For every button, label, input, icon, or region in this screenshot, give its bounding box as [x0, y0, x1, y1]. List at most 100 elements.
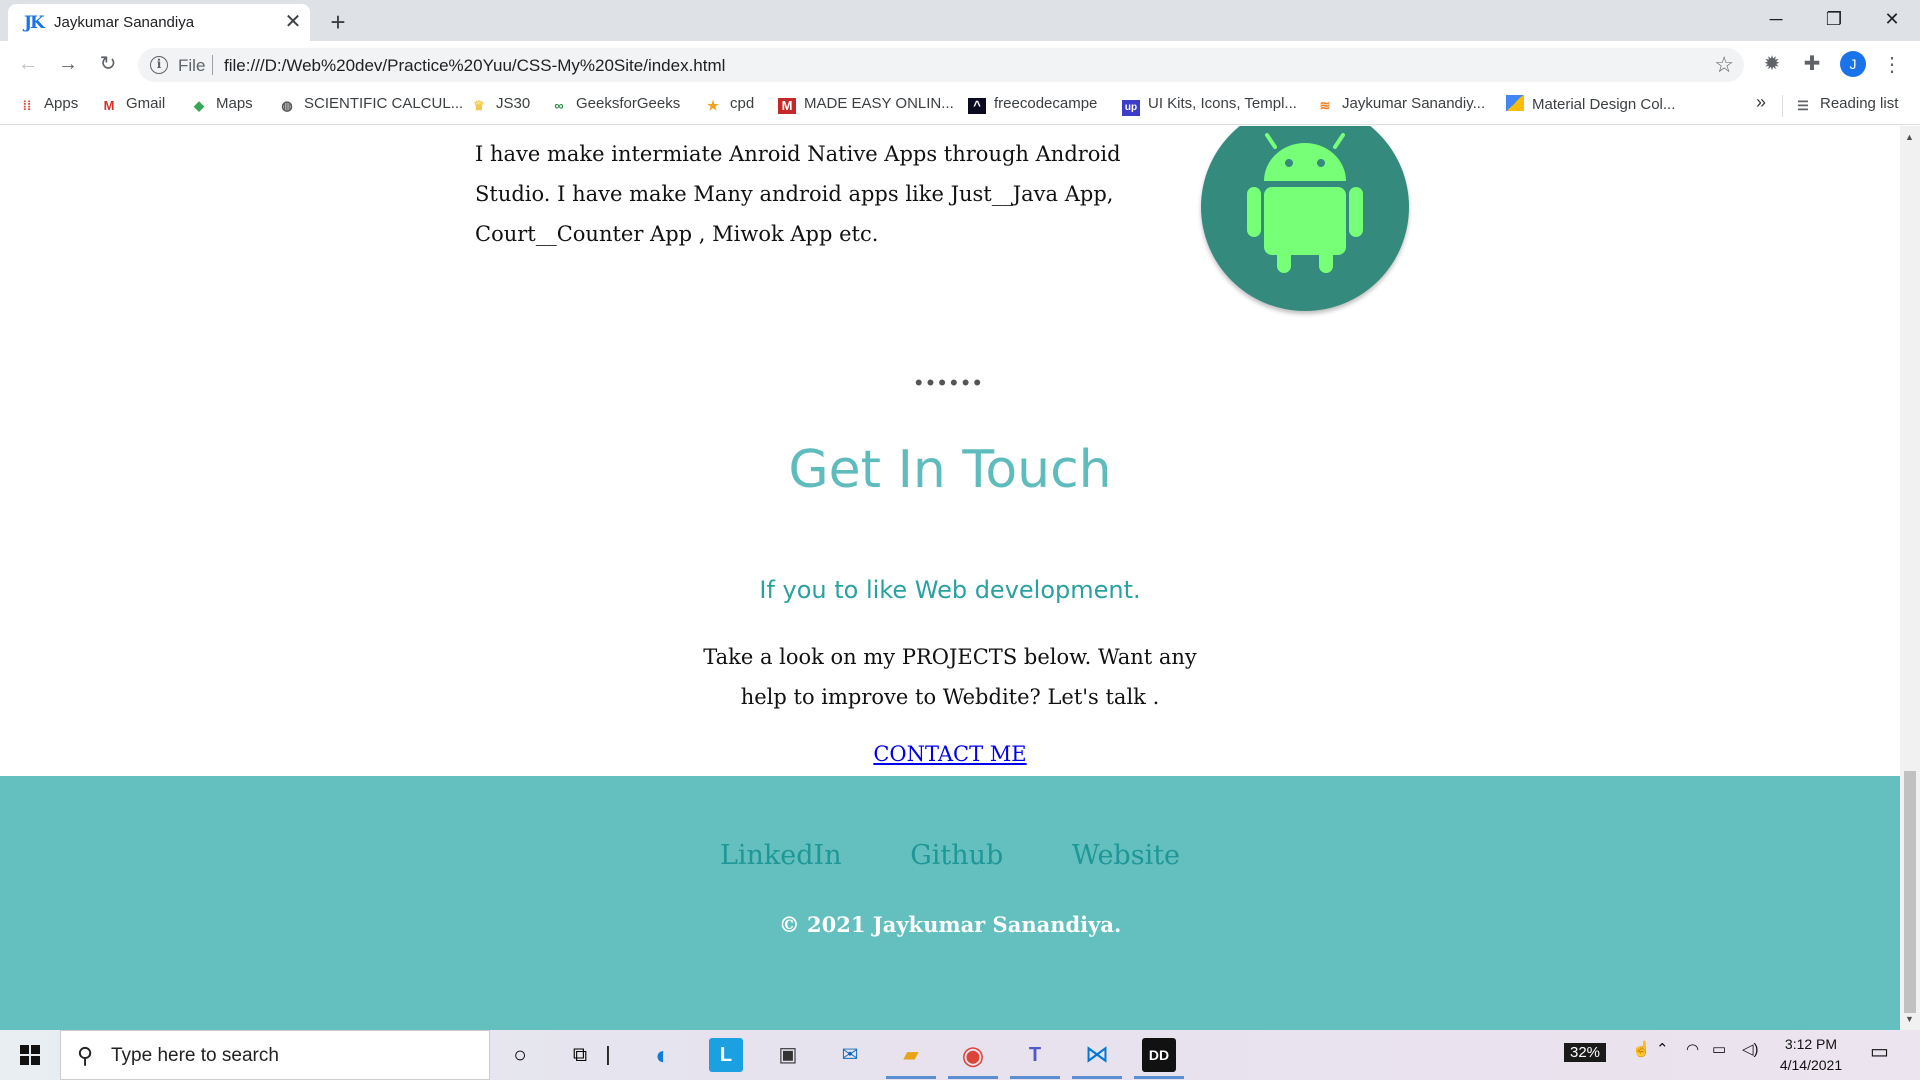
search-icon: ⚲ — [77, 1043, 94, 1068]
scroll-thumb[interactable] — [1904, 771, 1916, 1013]
scroll-up-icon[interactable]: ▲ — [1905, 132, 1914, 142]
uplabs-icon: up — [1122, 100, 1140, 116]
maps-icon: ◆ — [194, 98, 204, 113]
start-button[interactable] — [0, 1030, 60, 1080]
freecodecamp-icon: ^ — [968, 98, 986, 114]
browser-titlebar: JK Jaykumar Sanandiya ✕ + ─ ❐ ✕ — [0, 0, 1920, 41]
forward-icon[interactable]: → — [54, 50, 82, 78]
apps-grid-icon: ⁞⁞ — [22, 98, 32, 113]
android-logo-circle — [1201, 126, 1409, 311]
footer-link-website[interactable]: Website — [1072, 840, 1180, 871]
bookmark-cpd[interactable]: ★ cpd — [704, 95, 754, 117]
tab-title: Jaykumar Sanandiya — [54, 14, 195, 31]
notifications-icon[interactable]: ▭ — [1870, 1039, 1889, 1064]
cortana-icon[interactable]: ○ — [503, 1038, 537, 1072]
bookmark-maps[interactable]: ◆ Maps — [190, 95, 253, 117]
task-view-icon[interactable]: ⧉ — [563, 1038, 597, 1072]
contact-section-title: Get In Touch — [788, 440, 1112, 500]
chrome-active-indicator — [948, 1076, 998, 1079]
contact-section-subtitle: If you to like Web development. — [759, 576, 1141, 604]
madeeasy-icon: M — [778, 98, 796, 114]
web-page: I have make intermiate Anroid Native App… — [0, 126, 1900, 776]
clock-time: 3:12 PM — [1784, 1036, 1838, 1052]
url-text[interactable]: file:///D:/Web%20dev/Practice%20Yuu/CSS-… — [224, 56, 725, 76]
stackoverflow-icon: ≋ — [1319, 98, 1331, 113]
store-icon[interactable]: ▣ — [771, 1038, 805, 1072]
vscode-icon[interactable]: ⋈ — [1080, 1038, 1114, 1072]
crown-icon: ♛ — [473, 98, 485, 113]
reading-list-icon: ☰ — [1797, 98, 1809, 113]
scroll-down-icon[interactable]: ▼ — [1905, 1014, 1914, 1024]
taskbar-clock[interactable]: 3:12 PM 4/14/2021 — [1766, 1034, 1856, 1076]
address-bar[interactable]: i File file:///D:/Web%20dev/Practice%20Y… — [138, 48, 1744, 82]
browser-menu-icon[interactable]: ⋮ — [1882, 52, 1902, 77]
bookmark-gmail[interactable]: M Gmail — [100, 95, 166, 117]
bookmark-material-design[interactable]: Material Design Col... — [1506, 95, 1675, 117]
bookmark-jaykumar-sanandiya[interactable]: ≋ Jaykumar Sanandiy... — [1316, 95, 1486, 117]
gfg-icon: ∞ — [554, 98, 564, 113]
wifi-icon[interactable]: ◠ — [1686, 1040, 1699, 1058]
footer-link-github[interactable]: Github — [910, 840, 1003, 871]
new-tab-button[interactable]: + — [324, 8, 352, 36]
section-divider-dots: •••••• — [914, 370, 986, 395]
bookmark-geeksforgeeks[interactable]: ∞ GeeksforGeeks — [550, 95, 680, 117]
tray-expand-icon[interactable]: ⌃ — [1656, 1040, 1669, 1058]
edge-icon[interactable]: ◐ — [646, 1038, 680, 1072]
reading-list-button[interactable]: ☰ Reading list — [1794, 95, 1898, 117]
material-icon — [1506, 95, 1524, 111]
dolby-active-indicator — [1134, 1076, 1184, 1079]
browser-tab[interactable]: JK Jaykumar Sanandiya ✕ — [8, 4, 310, 41]
profile-avatar[interactable]: J — [1840, 51, 1866, 77]
close-tab-icon[interactable]: ✕ — [282, 11, 304, 33]
restore-icon[interactable]: ❐ — [1806, 4, 1862, 34]
dolby-icon[interactable]: DD — [1142, 1038, 1176, 1072]
minimize-icon[interactable]: ─ — [1748, 4, 1804, 34]
bookmarks-divider — [1782, 95, 1783, 117]
close-window-icon[interactable]: ✕ — [1864, 4, 1920, 34]
page-scrollbar[interactable]: ▲ ▼ — [1900, 126, 1920, 1030]
mail-icon[interactable]: ✉ — [833, 1038, 867, 1072]
contact-me-link[interactable]: CONTACT ME — [0, 742, 1900, 766]
bookmark-ui-kits[interactable]: up UI Kits, Icons, Templ... — [1122, 95, 1297, 117]
taskbar-search[interactable]: ⚲ Type here to search — [60, 1030, 490, 1080]
gmail-icon: M — [103, 98, 115, 113]
teams-icon[interactable]: T — [1018, 1038, 1052, 1072]
site-favicon-icon: JK — [24, 13, 45, 33]
volume-icon[interactable]: ◁) — [1742, 1040, 1759, 1058]
bookmark-apps[interactable]: ⁞⁞ Apps — [18, 95, 79, 117]
clock-date: 4/14/2021 — [1779, 1057, 1843, 1073]
url-scheme-label: File — [178, 56, 206, 75]
taskbar-divider: | — [605, 1044, 611, 1066]
bookmarks-overflow-icon[interactable]: » — [1756, 92, 1766, 113]
chrome-icon[interactable]: ◉ — [956, 1038, 990, 1072]
extension-bug-icon[interactable]: ✹ — [1758, 50, 1786, 78]
bookmark-made-easy[interactable]: M MADE EASY ONLIN... — [778, 95, 954, 117]
footer-links: LinkedIn Github Website — [0, 840, 1900, 871]
info-icon[interactable]: i — [150, 56, 168, 74]
bookmark-scientific-calculator[interactable]: ◍ SCIENTIFIC CALCUL... — [278, 95, 463, 117]
bookmark-star-icon[interactable]: ☆ — [1714, 52, 1734, 78]
footer-link-linkedin[interactable]: LinkedIn — [720, 840, 842, 871]
contact-section-body: Take a look on my PROJECTS below. Want a… — [703, 645, 1197, 709]
extensions-puzzle-icon[interactable]: ✚ — [1798, 50, 1826, 78]
android-robot-icon — [1247, 133, 1363, 273]
teams-active-indicator — [1010, 1076, 1060, 1079]
l-app-icon[interactable]: L — [709, 1038, 743, 1072]
windows-logo-icon — [20, 1045, 40, 1065]
url-separator — [212, 55, 213, 75]
bookmark-freecodecamp[interactable]: ^ freecodecampe — [968, 95, 1097, 117]
battery-icon[interactable]: ▭ — [1712, 1040, 1726, 1058]
battery-percentage[interactable]: 32% — [1564, 1043, 1607, 1062]
windows-taskbar: ⚲ Type here to search ○ ⧉ | ◐ L ▣ ✉ ▰ ◉ … — [0, 1030, 1920, 1080]
android-intro-text: I have make intermiate Anroid Native App… — [475, 142, 1121, 246]
browser-toolbar: ← → ↻ i File file:///D:/Web%20dev/Practi… — [0, 41, 1920, 87]
bookmark-js30[interactable]: ♛ JS30 — [470, 95, 530, 117]
reload-icon[interactable]: ↻ — [94, 50, 122, 78]
touch-icon[interactable]: ☝ — [1632, 1040, 1651, 1058]
taskbar-search-placeholder: Type here to search — [111, 1045, 279, 1066]
file-explorer-icon[interactable]: ▰ — [894, 1038, 928, 1072]
back-icon[interactable]: ← — [14, 50, 42, 78]
globe-icon: ◍ — [281, 98, 293, 113]
page-footer-extension: LinkedIn Github Website © 2021 Jaykumar … — [0, 776, 1900, 1030]
file-explorer-active-indicator — [886, 1076, 936, 1079]
